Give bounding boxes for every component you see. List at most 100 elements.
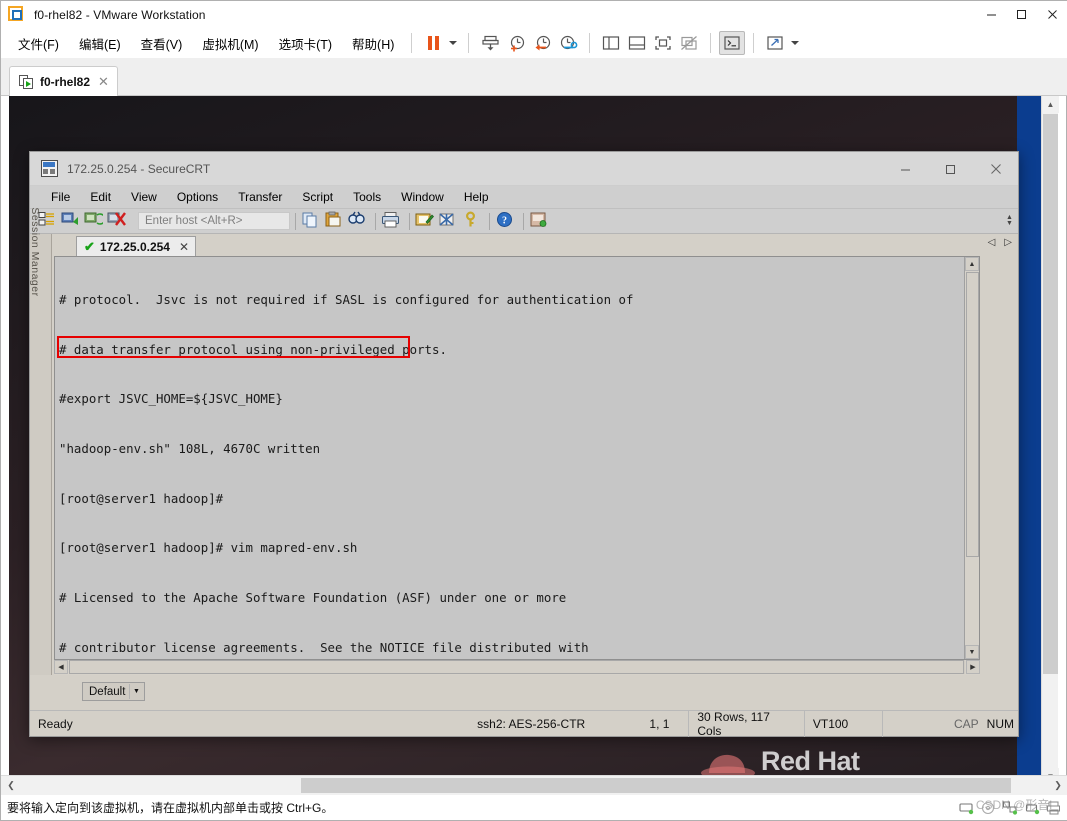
session-tab-close-icon[interactable]: ✕ <box>179 240 189 254</box>
status-emulation: VT100 <box>805 710 884 737</box>
find-icon[interactable] <box>347 211 370 232</box>
session-tab-172-25-0-254[interactable]: ✔ 172.25.0.254 ✕ <box>76 236 197 257</box>
settings-icon[interactable] <box>438 211 461 232</box>
scroll-left-icon[interactable]: ◀ <box>54 660 68 674</box>
copy-icon[interactable] <box>301 211 324 232</box>
guest-scroll-left-icon[interactable]: ❮ <box>1 776 21 795</box>
terminal-horizontal-scrollbar[interactable]: ◀ ▶ <box>54 660 980 675</box>
fullscreen-icon[interactable] <box>650 31 676 55</box>
crt-menu-view[interactable]: View <box>122 188 166 206</box>
snapshot-take-icon[interactable] <box>503 31 529 55</box>
maximize-button[interactable] <box>928 152 973 186</box>
vm-tab-strip: f0-rhel82 ✕ <box>1 58 1067 96</box>
view-dropdown-caret[interactable] <box>788 31 802 55</box>
reconnect-icon[interactable] <box>84 211 107 232</box>
stretch-view-icon[interactable] <box>762 31 788 55</box>
session-manager-icon[interactable] <box>38 211 61 232</box>
connected-check-icon: ✔ <box>84 239 95 254</box>
guest-scroll-up-icon[interactable]: ▲ <box>1042 96 1059 113</box>
terminal-vertical-scrollbar[interactable]: ▲ ▼ <box>964 257 979 659</box>
crt-menu-window[interactable]: Window <box>392 188 453 206</box>
guest-screen-vertical-scrollbar[interactable]: ▲ ▼ <box>1041 96 1059 785</box>
vmware-status-bar: 要将输入定向到该虚拟机，请在虚拟机内部单击或按 Ctrl+G。 CSDN @形音… <box>1 795 1067 820</box>
cd-dvd-icon[interactable] <box>981 801 996 815</box>
snapshot-revert-icon[interactable] <box>529 31 555 55</box>
scroll-down-icon[interactable]: ▼ <box>965 645 979 659</box>
menu-tabs[interactable]: 选项卡(T) <box>270 31 341 56</box>
pause-dropdown-caret[interactable] <box>446 31 460 55</box>
show-sidebar-icon[interactable] <box>598 31 624 55</box>
snapshot-manager-icon[interactable] <box>555 31 581 55</box>
crt-menu-tools[interactable]: Tools <box>344 188 390 206</box>
toolbar-separator <box>523 212 524 230</box>
menu-edit[interactable]: 编辑(E) <box>70 31 130 56</box>
connect-icon[interactable] <box>61 211 84 232</box>
printer-icon[interactable] <box>1047 801 1062 815</box>
status-cursor-position: 1, 1 <box>630 710 690 737</box>
terminal-line: # data transfer protocol using non-privi… <box>59 341 447 357</box>
session-profile-select[interactable]: Default ▼ <box>82 682 145 701</box>
menu-view[interactable]: 查看(V) <box>132 31 192 56</box>
crt-menu-transfer[interactable]: Transfer <box>229 188 291 206</box>
scroll-up-icon[interactable]: ▲ <box>965 257 979 271</box>
disconnect-icon[interactable] <box>107 211 130 232</box>
usb-controller-icon[interactable] <box>1025 801 1040 815</box>
close-button[interactable] <box>1036 1 1067 28</box>
terminal-text: # protocol. Jsvc is not required if SASL… <box>59 259 979 659</box>
hard-disk-icon[interactable] <box>959 801 974 815</box>
crt-menu-script[interactable]: Script <box>293 188 342 206</box>
scroll-right-icon[interactable]: ▶ <box>966 660 980 674</box>
guest-scroll-right-icon[interactable]: ❯ <box>1048 776 1067 795</box>
hscrollbar-thumb[interactable] <box>69 660 964 674</box>
console-view-icon[interactable] <box>719 31 746 55</box>
crt-menu-help[interactable]: Help <box>455 188 498 206</box>
tab-nav-prev-icon[interactable]: ◁ <box>988 237 996 248</box>
help-icon[interactable]: ? <box>495 211 518 232</box>
terminal-screen[interactable]: # protocol. Jsvc is not required if SASL… <box>54 256 980 660</box>
crt-menu-options[interactable]: Options <box>168 188 227 206</box>
host-input-placeholder: Enter host <Alt+R> <box>145 215 243 227</box>
pause-vm-icon[interactable] <box>420 31 446 55</box>
print-icon[interactable] <box>381 211 404 232</box>
send-ctrl-alt-del-icon[interactable] <box>477 31 503 55</box>
paste-icon[interactable] <box>324 211 347 232</box>
minimize-button[interactable] <box>976 1 1006 28</box>
vm-tab-close-icon[interactable]: ✕ <box>98 75 109 88</box>
tab-nav-next-icon[interactable]: ▷ <box>1004 237 1012 248</box>
securecrt-title: 172.25.0.254 - SecureCRT <box>67 161 211 176</box>
key-icon[interactable] <box>461 210 484 232</box>
terminal-line: # Licensed to the Apache Software Founda… <box>59 589 567 605</box>
session-manager-label: Session Manager <box>28 207 41 297</box>
session-manager-strip[interactable]: Session Manager <box>29 207 52 675</box>
toolbar-overflow-spinner[interactable]: ▲ ▼ <box>1004 210 1015 231</box>
terminal-line: [root@server1 hadoop]# <box>59 490 224 506</box>
chevron-down-icon[interactable]: ▼ <box>129 684 143 699</box>
guest-hscrollbar-thumb[interactable] <box>301 778 1011 793</box>
network-adapter-icon[interactable] <box>1003 801 1018 815</box>
redhat-watermark-line1: Red Hat <box>761 746 860 776</box>
minimize-button[interactable] <box>883 152 928 186</box>
guest-screen-horizontal-scrollbar[interactable]: ❮ ❯ <box>1 775 1067 795</box>
crt-menu-edit[interactable]: Edit <box>81 188 120 206</box>
guest-desktop-blue-band <box>1017 96 1043 785</box>
menu-file[interactable]: 文件(F) <box>9 31 68 56</box>
menu-help[interactable]: 帮助(H) <box>343 31 403 56</box>
vm-guest-screen[interactable]: Red Hat Enterprise Linux 172.25.0.254 - … <box>9 96 1043 785</box>
menu-vm[interactable]: 虚拟机(M) <box>193 31 267 56</box>
show-bottom-pane-icon[interactable] <box>624 31 650 55</box>
properties-icon[interactable] <box>529 211 552 232</box>
vm-tab-f0-rhel82[interactable]: f0-rhel82 ✕ <box>9 66 118 96</box>
svg-text:?: ? <box>502 215 507 226</box>
log-session-icon[interactable] <box>415 211 438 232</box>
securecrt-status-bar: Ready ssh2: AES-256-CTR 1, 1 30 Rows, 11… <box>30 710 1018 738</box>
securecrt-app-icon <box>41 160 58 177</box>
close-button[interactable] <box>973 152 1018 186</box>
securecrt-menu-bar: File Edit View Options Transfer Script T… <box>30 186 1018 209</box>
vmware-window-controls <box>976 1 1067 28</box>
host-input[interactable]: Enter host <Alt+R> <box>138 212 290 230</box>
crt-menu-file[interactable]: File <box>42 188 79 206</box>
maximize-button[interactable] <box>1006 1 1036 28</box>
guest-scrollbar-thumb[interactable] <box>1043 114 1058 674</box>
scrollbar-thumb[interactable] <box>966 272 979 557</box>
unity-mode-icon[interactable] <box>676 31 702 55</box>
